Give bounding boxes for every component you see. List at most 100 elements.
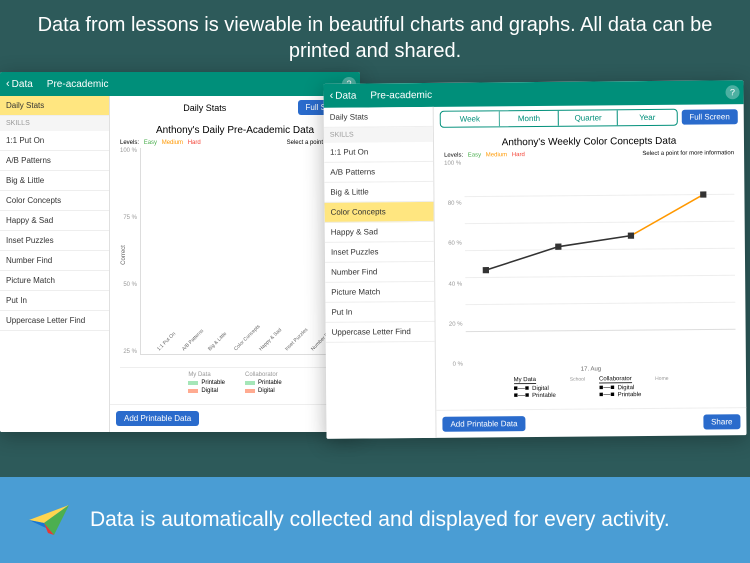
swatch-icon [188, 389, 198, 393]
bar-label: Color Concepts [233, 348, 237, 352]
tab-quarter[interactable]: Quarter [559, 110, 618, 126]
tab-week[interactable]: Week [441, 111, 500, 127]
sidebar-item[interactable]: Inset Puzzles [0, 231, 109, 251]
bottom-toolbar: Add Printable Data [110, 404, 360, 432]
line-chart[interactable]: 100 % 80 % 60 % 40 % 20 % 0 % [444, 158, 736, 368]
level-easy: Easy [468, 152, 481, 158]
bar[interactable]: Happy & Sad [248, 340, 270, 354]
chevron-left-icon: ‹ [330, 90, 334, 102]
sidebar-item[interactable]: Uppercase Letter Find [326, 322, 435, 343]
screenshot-group: ‹ Data Pre-academic ? Daily Stats SKILLS… [0, 72, 750, 452]
main-panel: Week Month Quarter Year Full Screen Anth… [434, 104, 747, 438]
levels-label: Levels: [120, 140, 139, 146]
legend-printable: Printable [532, 392, 556, 398]
sidebar-item[interactable]: Put In [0, 291, 109, 311]
back-label: Data [335, 90, 356, 101]
legend-printable: Printable [201, 380, 225, 386]
tab-year[interactable]: Year [618, 110, 676, 126]
bottom-banner: Data is automatically collected and disp… [0, 477, 750, 563]
fullscreen-button[interactable]: Full Screen [681, 109, 738, 124]
sidebar-item[interactable]: Color Concepts [324, 202, 433, 223]
sidebar-item[interactable]: 1:1 Put On [0, 131, 109, 151]
legend-home: Home [655, 376, 668, 382]
levels-label: Levels: [444, 153, 463, 159]
sidebar-skills-header: SKILLS [0, 116, 109, 131]
back-label: Data [12, 79, 33, 90]
sidebar-item[interactable]: A/B Patterns [324, 162, 433, 183]
sidebar-item[interactable]: Inset Puzzles [325, 242, 434, 263]
ytick: 75 % [120, 215, 137, 221]
legend-school: School [570, 377, 585, 383]
level-medium: Medium [486, 152, 507, 158]
legend-digital: Digital [618, 385, 635, 391]
legend-printable: Printable [618, 392, 642, 398]
sidebar-item[interactable]: Picture Match [325, 282, 434, 303]
main-panel: Daily Stats Full Screen Anthony's Daily … [110, 96, 360, 432]
chart-legend: My Data Printable Digital Collaborator P… [120, 367, 350, 398]
sidebar: Daily Stats SKILLS 1:1 Put On A/B Patter… [0, 96, 110, 432]
back-button[interactable]: ‹ Data [324, 90, 363, 102]
sidebar-item[interactable]: Happy & Sad [325, 222, 434, 243]
bar[interactable]: Number Find [299, 340, 321, 354]
promo-heading: Data from lessons is viewable in beautif… [0, 0, 750, 72]
ytick: 100 % [444, 161, 461, 167]
chart-title: Anthony's Daily Pre-Academic Data [120, 125, 350, 136]
bar[interactable]: 1:1 Put On [145, 340, 167, 354]
chart-title: Anthony's Weekly Color Concepts Data [444, 135, 734, 149]
bar[interactable]: Big & Little [196, 340, 218, 354]
sidebar-item[interactable]: A/B Patterns [0, 151, 109, 171]
bar[interactable]: Color Concepts [222, 340, 244, 354]
square-marker-icon: ■—■ [599, 391, 615, 398]
bar-label: 1:1 Put On [156, 348, 160, 352]
sidebar-item[interactable]: Happy & Sad [0, 211, 109, 231]
add-printable-button[interactable]: Add Printable Data [442, 416, 525, 432]
swatch-icon [245, 381, 255, 385]
bottom-toolbar: Add Printable Data Share [436, 407, 746, 438]
legend-printable: Printable [258, 380, 282, 386]
share-button[interactable]: Share [703, 414, 740, 429]
swatch-icon [245, 389, 255, 393]
levels-legend: Levels: Easy Medium Hard [120, 140, 204, 146]
legend-digital: Digital [532, 385, 549, 391]
ytick: 100 % [120, 148, 137, 154]
sidebar-item[interactable]: Uppercase Letter Find [0, 311, 109, 331]
tab-month[interactable]: Month [500, 111, 559, 127]
sidebar-item-daily-stats[interactable]: Daily Stats [324, 107, 433, 128]
legend-mydata-label: My Data [188, 372, 225, 378]
sidebar-skills-header: SKILLS [324, 127, 433, 143]
sidebar-item[interactable]: Picture Match [0, 271, 109, 291]
level-hard: Hard [512, 152, 525, 158]
bar-label: A/B Patterns [181, 348, 185, 352]
line-chart-svg [464, 158, 736, 367]
sidebar-item[interactable]: 1:1 Put On [324, 142, 433, 163]
sidebar-item[interactable]: Big & Little [324, 182, 433, 203]
legend-collaborator-label: Collaborator [245, 372, 282, 378]
sidebar-item[interactable]: Number Find [325, 262, 434, 283]
help-icon[interactable]: ? [725, 85, 739, 99]
add-printable-button[interactable]: Add Printable Data [116, 411, 199, 426]
back-button[interactable]: ‹ Data [0, 78, 39, 90]
sidebar-item-daily-stats[interactable]: Daily Stats [0, 96, 109, 116]
bar[interactable]: A/B Patterns [171, 340, 193, 354]
square-marker-icon: ■—■ [514, 392, 530, 399]
select-hint: Select a point for more information [642, 150, 734, 157]
level-hard: Hard [188, 140, 201, 146]
sidebar-item[interactable]: Color Concepts [0, 191, 109, 211]
ytick: 60 % [445, 241, 462, 247]
bar-label: Number Find [310, 348, 314, 352]
sidebar-item[interactable]: Big & Little [0, 171, 109, 191]
swatch-icon [188, 381, 198, 385]
bar-chart[interactable]: Correct 100 % 75 % 50 % 25 % 1:1 Put OnA… [120, 148, 350, 355]
chevron-left-icon: ‹ [6, 78, 10, 90]
breadcrumb: Pre-academic [370, 89, 432, 101]
y-axis-label: Correct [121, 245, 127, 265]
bar[interactable]: Inset Puzzles [273, 340, 295, 354]
breadcrumb: Pre-academic [47, 79, 109, 90]
line-chart-legend: My Data ■—■Digital ■—■Printable School C… [446, 371, 736, 404]
bar-label: Inset Puzzles [284, 348, 288, 352]
screenshot-daily-stats: ‹ Data Pre-academic ? Daily Stats SKILLS… [0, 72, 360, 432]
sidebar-item[interactable]: Put In [325, 302, 434, 323]
bar-label: Happy & Sad [258, 348, 262, 352]
sidebar-item[interactable]: Number Find [0, 251, 109, 271]
bar-label: Big & Little [207, 348, 211, 352]
